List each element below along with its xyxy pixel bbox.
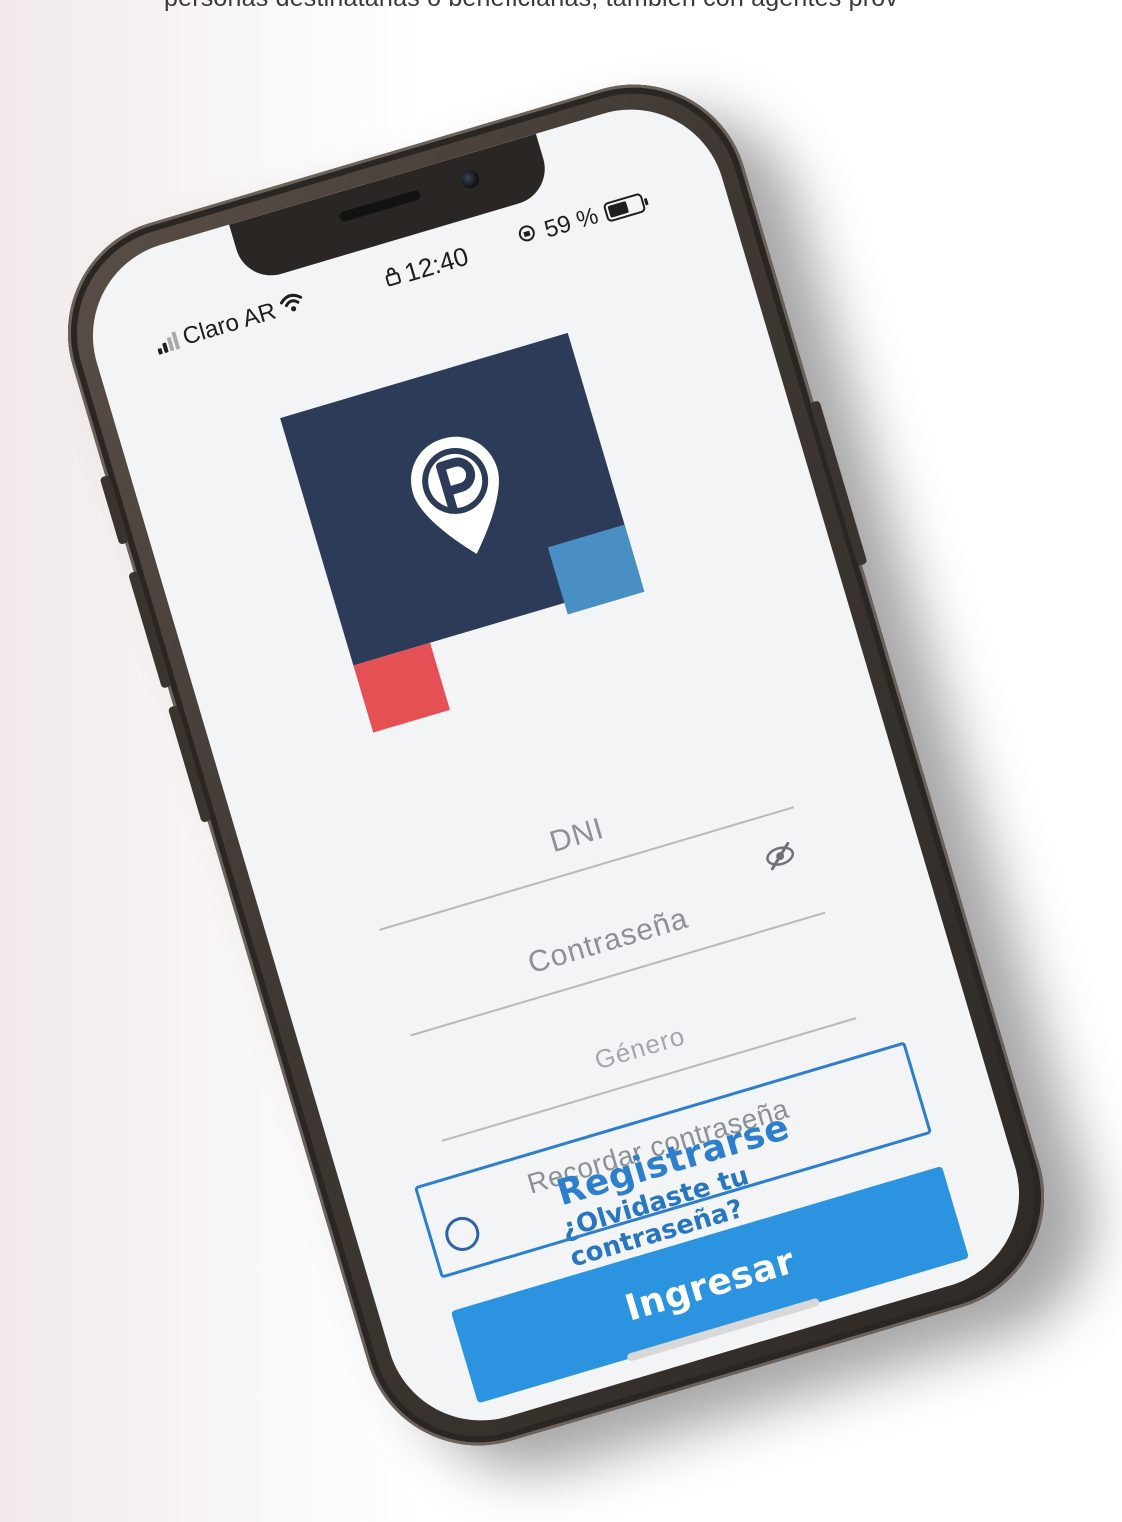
carrier-group: Claro AR xyxy=(153,289,309,360)
phone-mockup: Claro AR 12:40 59 % DNI Contraseña Géner… xyxy=(40,56,1122,1501)
app-logo xyxy=(280,332,661,735)
signal-icon xyxy=(154,331,181,355)
front-camera xyxy=(458,168,482,191)
clock-group: 12:40 xyxy=(381,241,472,295)
phone-screen: Claro AR 12:40 59 % DNI Contraseña Géner… xyxy=(69,86,1043,1444)
phone-frame: Claro AR 12:40 59 % DNI Contraseña Géner… xyxy=(40,56,1072,1474)
carrier-name: Claro AR xyxy=(179,297,280,351)
battery-percent: 59 % xyxy=(541,202,602,244)
rotation-lock-icon xyxy=(515,221,542,252)
battery-group: 59 % xyxy=(514,188,647,252)
wifi-icon xyxy=(278,290,308,322)
speaker-grille xyxy=(338,189,422,223)
phone-side-button-left-1 xyxy=(99,474,130,545)
battery-fill xyxy=(607,201,629,218)
battery-icon xyxy=(602,192,647,223)
clock-time: 12:40 xyxy=(400,240,472,288)
background-caption-text: personas destinatarias o beneficiarias, … xyxy=(164,0,898,13)
lock-icon xyxy=(382,263,405,292)
